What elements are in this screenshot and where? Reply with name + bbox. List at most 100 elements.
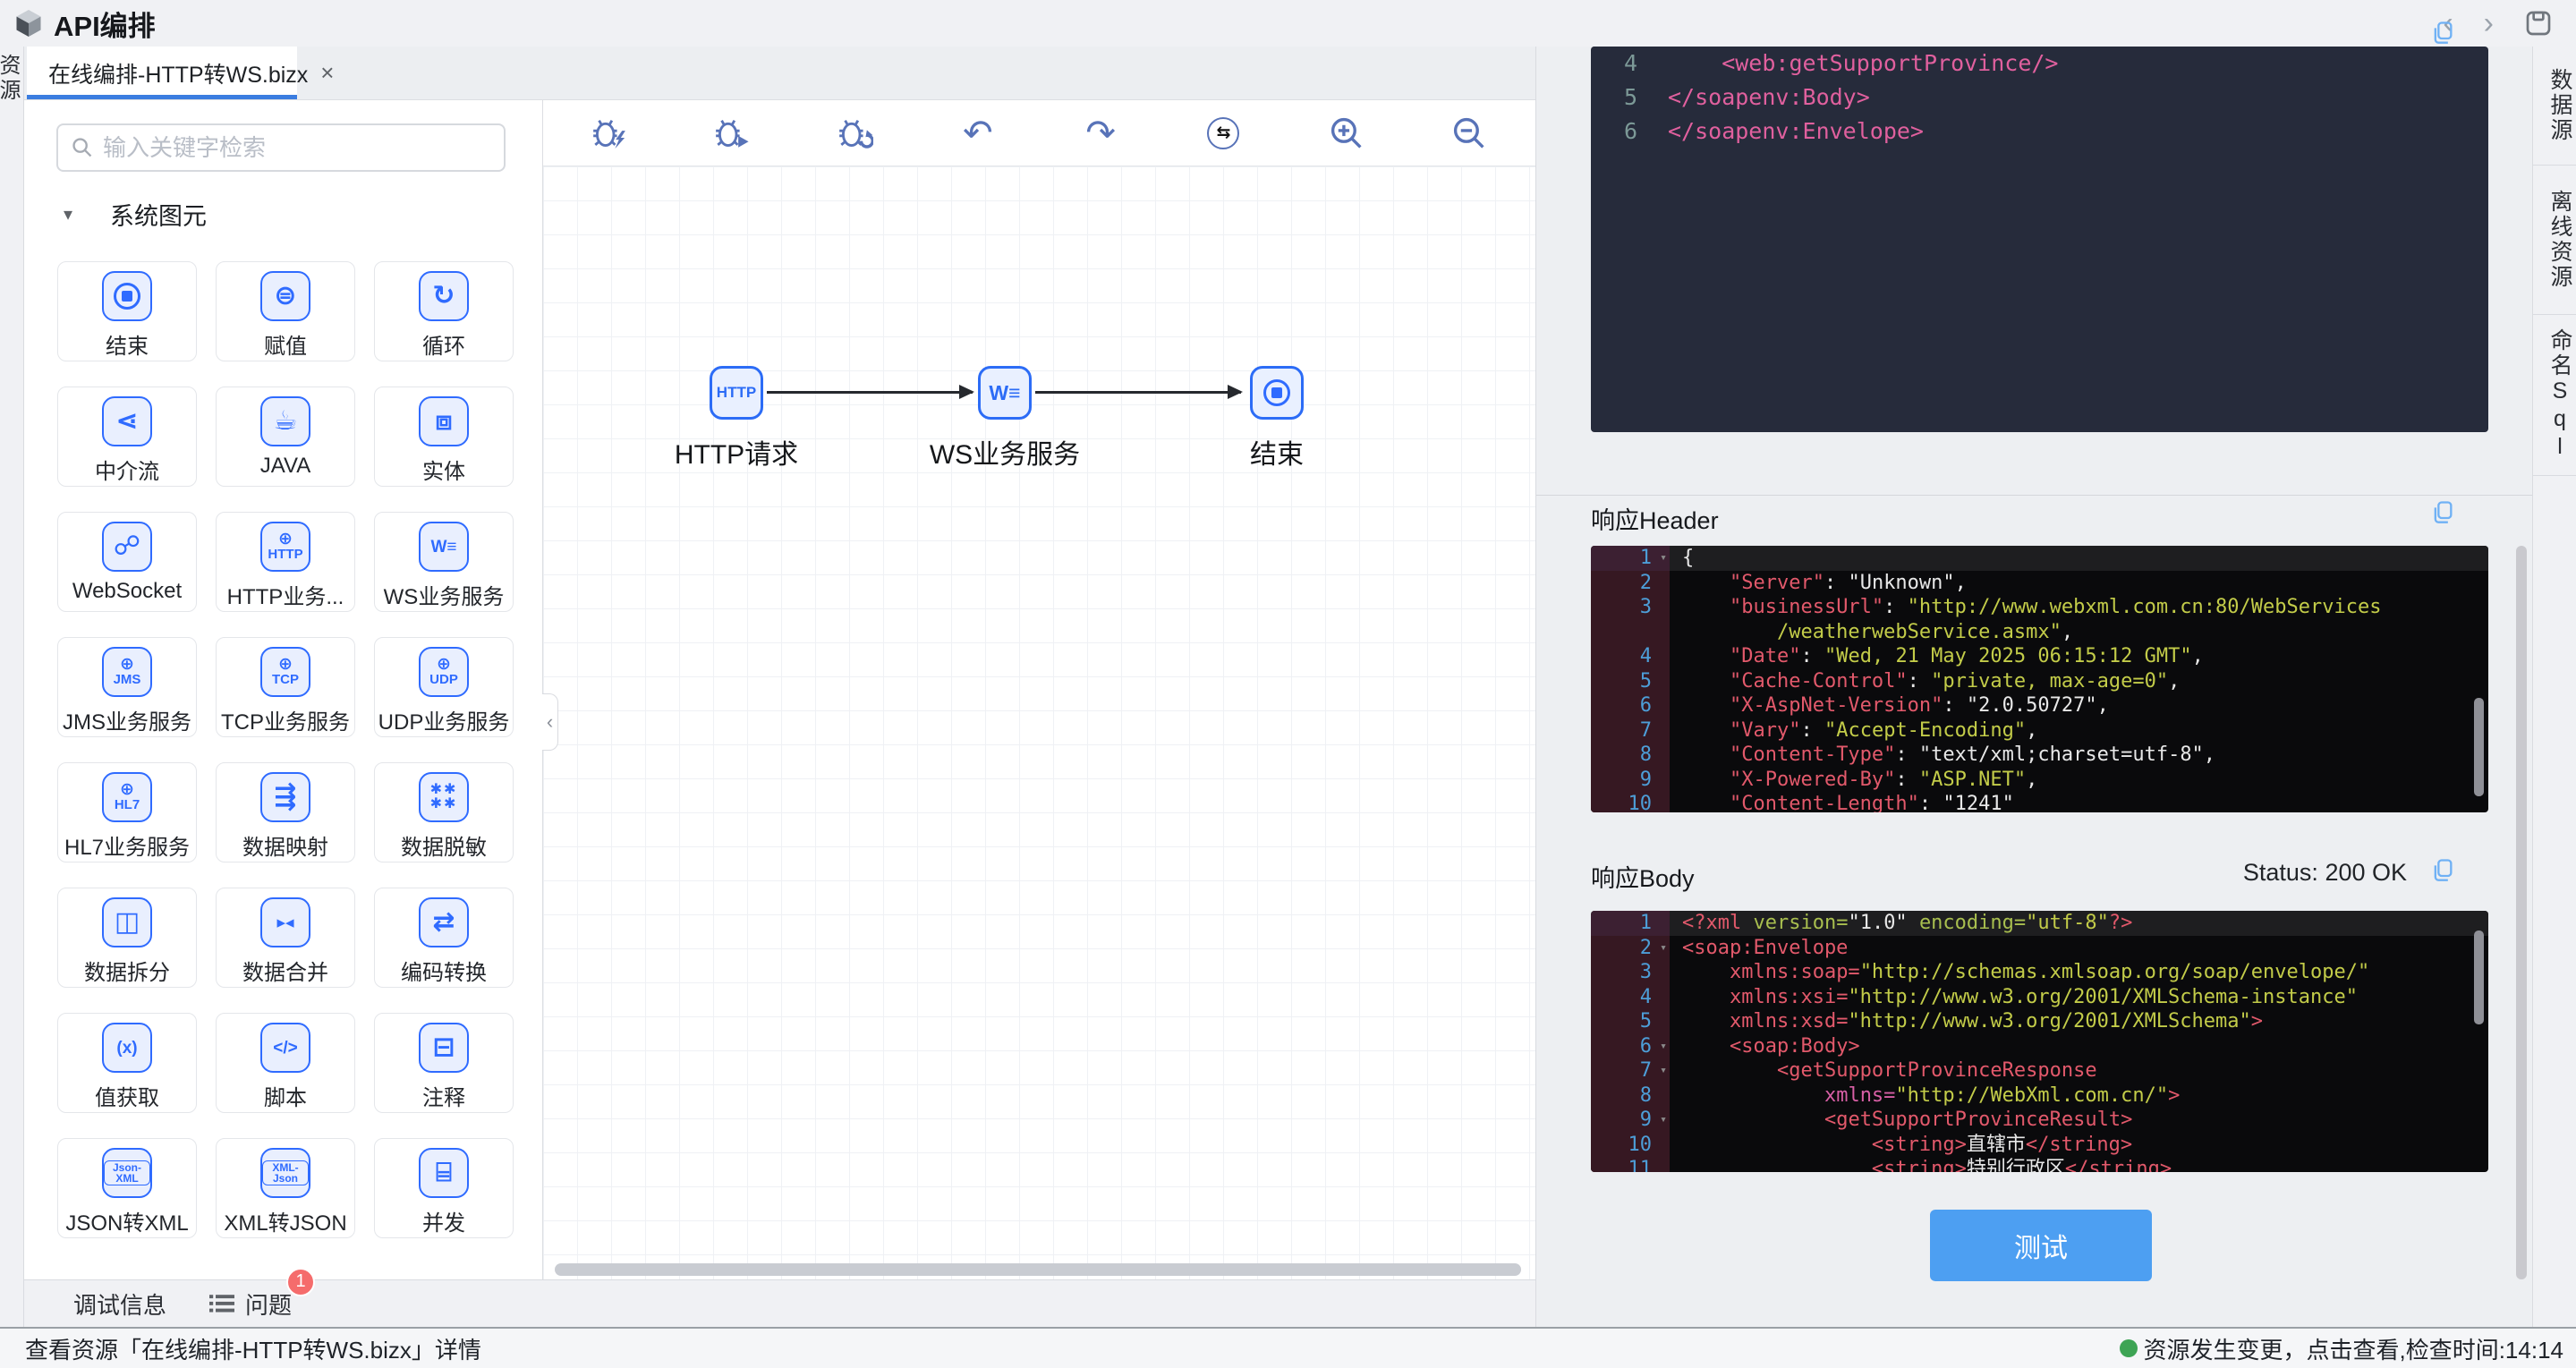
code-line[interactable]: 9 ▾ <getSupportProvinceResult> [1591, 1108, 2488, 1133]
palette-item[interactable]: Json-XML JSON转XML [57, 1138, 197, 1238]
palette-item[interactable]: ⊕ HTTP HTTP业务... [216, 512, 355, 612]
palette-item[interactable]: ◫ 数据拆分 [57, 888, 197, 988]
resource-change-notice[interactable]: 资源发生变更，点击查看,检查时间:14:14 [2120, 1332, 2563, 1365]
rail-tab-datasource[interactable]: 数据源 [2533, 47, 2576, 166]
debug-run-icon[interactable] [712, 114, 752, 153]
code-line[interactable]: 10 "Content-Length": "1241" [1591, 792, 2488, 812]
request-body-editor[interactable]: 4 <web:getSupportProvince/> 5 </soapenv:Bo… [1591, 47, 2488, 432]
palette-item[interactable]: W≡ WS业务服务 [374, 512, 514, 612]
editor-scrollbar[interactable] [2474, 930, 2484, 1024]
palette-item[interactable]: ⧈ 实体 [374, 387, 514, 487]
code-line[interactable]: 3 "businessUrl": "http://www.webxml.com.… [1591, 595, 2488, 620]
palette-item[interactable]: ▸◂ 数据合并 [216, 888, 355, 988]
code-line[interactable]: 8 xmlns="http://WebXml.com.cn/"> [1591, 1083, 2488, 1108]
code-line[interactable]: 3 xmlns:soap="http://schemas.xmlsoap.org… [1591, 960, 2488, 985]
copy-icon[interactable] [2430, 499, 2455, 524]
code-line[interactable]: 6 "X-AspNet-Version": "2.0.50727", [1591, 693, 2488, 718]
code-line[interactable]: 2 ▾ <soap:Envelope [1591, 935, 2488, 961]
tab-online-orchestration[interactable]: 在线编排-HTTP转WS.bizx × [27, 47, 334, 99]
zoom-in-icon[interactable] [1327, 114, 1366, 153]
debug-lightning-icon[interactable] [590, 114, 629, 153]
palette-item[interactable]: ⋖ 中介流 [57, 387, 197, 487]
palette-item[interactable]: ☕ JAVA [216, 387, 355, 487]
bottom-bar: 调试信息 问题 1 [24, 1267, 1535, 1327]
palette-item[interactable]: ⊕ HL7 HL7业务服务 [57, 762, 197, 862]
fold-arrow-icon[interactable]: ▾ [1660, 1034, 1667, 1059]
debug-restart-icon[interactable] [836, 114, 875, 153]
editor-scrollbar[interactable] [2474, 698, 2484, 796]
copy-icon[interactable] [2430, 20, 2455, 45]
canvas-horizontal-scrollbar[interactable] [555, 1263, 1521, 1276]
rail-tab-offline-resources[interactable]: 离线资源 [2533, 166, 2576, 315]
response-body-editor[interactable]: 1 <?xml version="1.0" encoding="utf-8"?> 2… [1591, 911, 2488, 1172]
node-ws-service[interactable]: W≡ [978, 366, 1032, 420]
app-title: API编排 [54, 10, 156, 42]
node-http-request[interactable]: HTTP [710, 366, 763, 420]
nav-forward-icon[interactable]: › [2484, 8, 2494, 38]
palette-item[interactable]: ⊕ TCP TCP业务服务 [216, 637, 355, 737]
rail-tab-named-sql[interactable]: 命名Sql [2533, 315, 2576, 476]
code-line[interactable]: 6 ▾ <soap:Body> [1591, 1033, 2488, 1059]
palette-item-icon: ⌸ [419, 1148, 469, 1198]
zoom-out-icon[interactable] [1450, 114, 1489, 153]
code-line[interactable]: 1 <?xml version="1.0" encoding="utf-8"?> [1591, 911, 2488, 936]
palette-section-header[interactable]: ▾ 系统图元 [64, 197, 207, 232]
response-header-editor[interactable]: 1 ▾{2 "Server": "Unknown", 3 "businessUrl"… [1591, 546, 2488, 812]
code-line[interactable]: 7 "Vary": "Accept-Encoding", [1591, 718, 2488, 743]
flow-edge[interactable] [1035, 385, 1243, 399]
redo-icon[interactable]: ↷ [1081, 114, 1120, 153]
palette-item[interactable]: ⊕ UDP UDP业务服务 [374, 637, 514, 737]
node-end[interactable] [1250, 366, 1304, 420]
code-line[interactable]: 4 <web:getSupportProvince/> [1591, 47, 2488, 81]
code-line[interactable]: 8 "Content-Type": "text/xml;charset=utf-… [1591, 743, 2488, 768]
palette-item[interactable]: ⊜ 赋值 [216, 261, 355, 361]
search-input[interactable] [103, 133, 491, 162]
fold-arrow-icon[interactable]: ▾ [1660, 1058, 1667, 1083]
code-line[interactable]: 9 "X-Powered-By": "ASP.NET", [1591, 767, 2488, 792]
palette-item[interactable]: (x) 值获取 [57, 1013, 197, 1113]
code-line[interactable]: /weatherwebService.asmx", [1591, 619, 2488, 644]
code-line[interactable]: 7 ▾ <getSupportProvinceResponse [1591, 1058, 2488, 1083]
code-line[interactable]: 5 </soapenv:Body> [1591, 81, 2488, 115]
test-button[interactable]: 测试 [1930, 1210, 2152, 1281]
fold-arrow-icon[interactable]: ▾ [1660, 1108, 1667, 1133]
app-logo-cube-icon [16, 10, 41, 37]
palette-item[interactable]: </> 脚本 [216, 1013, 355, 1113]
palette-item-label: 实体 [422, 460, 465, 484]
palette-collapse-handle[interactable]: ‹ [542, 693, 558, 751]
palette-item[interactable]: 结束 [57, 261, 197, 361]
palette-item[interactable]: ⌸ 并发 [374, 1138, 514, 1238]
code-line[interactable]: 10 <string>直辖市</string> [1591, 1132, 2488, 1157]
palette-item[interactable]: ✱✱ ✱✱ 数据脱敏 [374, 762, 514, 862]
panel-vertical-scrollbar[interactable] [2516, 546, 2527, 1279]
save-icon[interactable] [2524, 9, 2553, 38]
code-line[interactable]: 4 xmlns:xsi="http://www.w3.org/2001/XMLS… [1591, 984, 2488, 1009]
canvas-grid[interactable]: HTTP W≡ HTTP请求 WS业务服务 结束 ‹ [542, 166, 1535, 1279]
code-line[interactable]: 5 "Cache-Control": "private, max-age=0", [1591, 668, 2488, 693]
code-line[interactable]: 5 xmlns:xsd="http://www.w3.org/2001/XMLS… [1591, 1009, 2488, 1034]
fold-arrow-icon[interactable]: ▾ [1660, 936, 1667, 961]
resources-rail-tab[interactable]: 资源 [0, 54, 23, 104]
direction-toggle-icon[interactable]: ⇆ [1203, 114, 1243, 153]
palette-item[interactable]: XML-Json XML转JSON [216, 1138, 355, 1238]
code-line[interactable]: 4 "Date": "Wed, 21 May 2025 06:15:12 GMT… [1591, 644, 2488, 669]
fold-arrow-icon[interactable]: ▾ [1660, 546, 1667, 571]
code-line[interactable]: 11 <string>特别行政区</string> [1591, 1157, 2488, 1172]
code-line[interactable]: 2 "Server": "Unknown", [1591, 570, 2488, 595]
palette-item[interactable]: ↻ 循环 [374, 261, 514, 361]
debug-info-tab[interactable]: 调试信息 [73, 1287, 166, 1321]
palette-item[interactable]: ⊕ JMS JMS业务服务 [57, 637, 197, 737]
palette-item[interactable]: ☍ WebSocket [57, 512, 197, 612]
palette-item-label: HL7业务服务 [64, 836, 191, 860]
line-number: 7 [1591, 718, 1670, 743]
undo-icon[interactable]: ↶ [958, 114, 998, 153]
palette-item[interactable]: ⊟ 注释 [374, 1013, 514, 1113]
palette-item[interactable]: ⇶ 数据映射 [216, 762, 355, 862]
copy-icon[interactable] [2430, 857, 2455, 882]
code-line[interactable]: 1 ▾{ [1591, 546, 2488, 571]
palette-item[interactable]: ⇄ 编码转换 [374, 888, 514, 988]
tab-close-icon[interactable]: × [320, 59, 334, 87]
code-line[interactable]: 6 </soapenv:Envelope> [1591, 115, 2488, 149]
problems-tab[interactable]: 问题 1 [209, 1267, 316, 1321]
flow-edge[interactable] [767, 385, 974, 399]
